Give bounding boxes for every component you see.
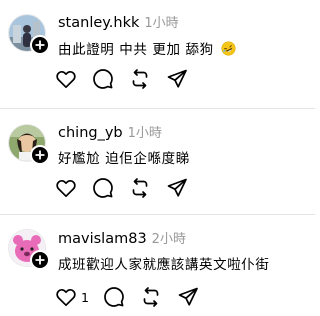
heart-icon <box>56 179 76 198</box>
action-bar <box>54 67 202 91</box>
speech-bubble-icon <box>93 69 113 89</box>
username-link[interactable]: ching_yb <box>58 125 123 141</box>
post-header: mavislam83 2小時 <box>58 228 186 247</box>
post-header: stanley.hkk 1小時 <box>58 12 179 31</box>
avatar[interactable] <box>8 229 50 270</box>
reply-button[interactable] <box>91 176 115 200</box>
post-time[interactable]: 1小時 <box>128 126 162 141</box>
plus-icon <box>35 40 45 50</box>
send-icon <box>178 287 198 306</box>
heart-icon <box>56 70 76 89</box>
share-button[interactable] <box>176 285 200 309</box>
reply-button[interactable] <box>91 67 115 91</box>
heart-icon <box>56 288 76 307</box>
like-count: 1 <box>81 289 89 305</box>
repost-button[interactable] <box>128 176 152 200</box>
username-link[interactable]: mavislam83 <box>58 231 147 247</box>
avatar[interactable] <box>8 14 50 55</box>
follow-button[interactable] <box>30 145 50 165</box>
post-header: ching_yb 1小時 <box>58 122 162 141</box>
reply-post: stanley.hkk 1小時 由此證明 中共 更加 舔狗 <box>0 0 315 109</box>
reply-post: mavislam83 2小時 成班歡迎人家就應該講英文啦仆街 1 <box>0 215 315 316</box>
speech-bubble-icon <box>93 178 113 198</box>
follow-button[interactable] <box>30 35 50 55</box>
action-bar: 1 <box>54 285 213 309</box>
post-text-row: 好尷尬 迫佢企喺度睇 <box>58 147 190 167</box>
reply-post: ching_yb 1小時 好尷尬 迫佢企喺度睇 <box>0 109 315 215</box>
reply-button[interactable] <box>102 285 126 309</box>
plus-icon <box>35 150 45 160</box>
speech-bubble-icon <box>104 287 124 307</box>
send-icon <box>167 178 187 197</box>
post-text: 成班歡迎人家就應該講英文啦仆街 <box>58 257 270 273</box>
action-bar <box>54 176 202 200</box>
like-button[interactable] <box>54 67 78 91</box>
repost-icon <box>143 287 159 307</box>
repost-button[interactable] <box>139 285 163 309</box>
repost-button[interactable] <box>128 67 152 91</box>
repost-icon <box>132 178 148 198</box>
like-button[interactable]: 1 <box>54 285 89 309</box>
post-text: 由此證明 中共 更加 舔狗 <box>58 42 214 58</box>
follow-button[interactable] <box>30 250 50 270</box>
like-button[interactable] <box>54 176 78 200</box>
share-button[interactable] <box>165 67 189 91</box>
post-text: 好尷尬 迫佢企喺度睇 <box>58 151 190 167</box>
avatar[interactable] <box>8 124 50 165</box>
post-text-row: 由此證明 中共 更加 舔狗 <box>58 38 236 58</box>
share-button[interactable] <box>165 176 189 200</box>
replies-feed: stanley.hkk 1小時 由此證明 中共 更加 舔狗 ching_yb 1… <box>0 0 315 316</box>
post-time[interactable]: 2小時 <box>152 232 186 247</box>
post-text-row: 成班歡迎人家就應該講英文啦仆街 <box>58 253 270 273</box>
send-icon <box>167 69 187 88</box>
rolling-on-floor-laughing-emoji <box>221 41 236 56</box>
username-link[interactable]: stanley.hkk <box>58 15 139 31</box>
plus-icon <box>35 255 45 265</box>
post-time[interactable]: 1小時 <box>144 16 178 31</box>
repost-icon <box>132 69 148 89</box>
